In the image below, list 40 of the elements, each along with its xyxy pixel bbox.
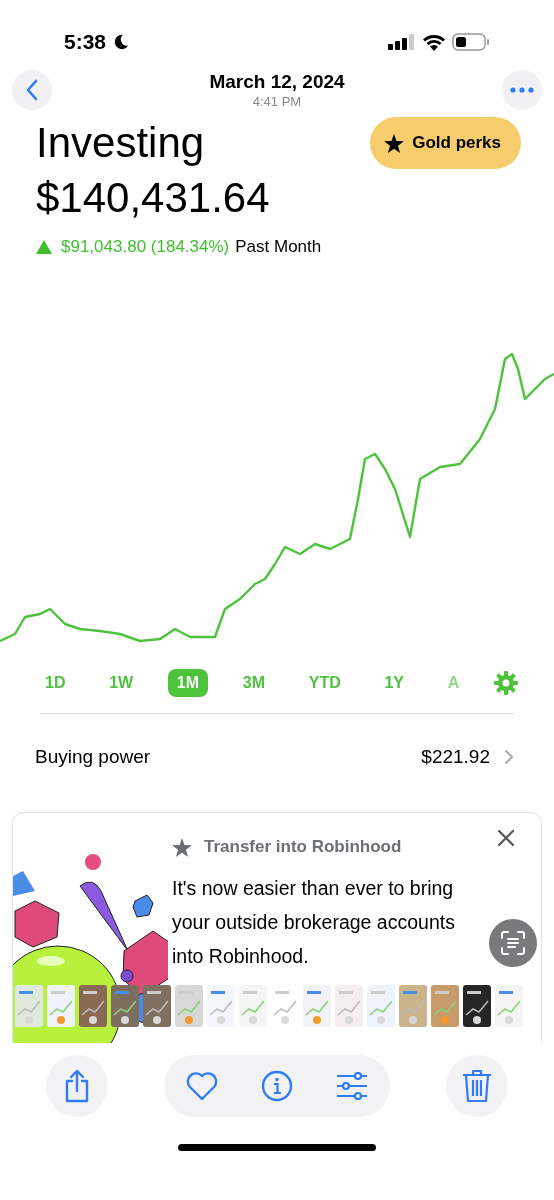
heart-icon[interactable] — [185, 1071, 218, 1101]
close-icon[interactable] — [497, 829, 515, 847]
signal-icon — [388, 34, 416, 50]
info-icon[interactable] — [261, 1070, 293, 1102]
promo-title: Transfer into Robinhood — [204, 837, 403, 857]
promo-text: It's now easier than ever to bring your outside brokerage accounts into Robinhood. — [172, 876, 456, 969]
range-tab[interactable]: 1D — [36, 669, 75, 697]
chevron-icon — [504, 749, 514, 765]
buying-power-label: Buying power — [35, 746, 152, 768]
change-period: Past Month — [235, 237, 322, 257]
range-tab[interactable]: 1Y — [375, 669, 413, 697]
page-title: Investing — [36, 118, 206, 168]
photo-date: March 12, 2024 — [209, 71, 345, 93]
buying-power-row[interactable]: Buying power $221.92 — [0, 714, 554, 800]
share-icon — [63, 1069, 91, 1103]
buying-power-value: $221.92 — [421, 746, 490, 768]
range-tab[interactable]: A — [438, 669, 469, 697]
trash-icon — [462, 1069, 492, 1103]
range-tab[interactable]: 1M — [167, 669, 209, 697]
range-tab[interactable]: 1W — [100, 669, 143, 697]
portfolio-value: $140,431.64 — [36, 173, 271, 223]
photo-time: 4:41 PM — [252, 94, 302, 109]
back-button[interactable] — [12, 70, 52, 110]
status-time: 5:38 — [64, 30, 107, 54]
settings-icon[interactable] — [494, 671, 518, 695]
range-tab[interactable]: 3M — [233, 669, 275, 697]
perks-button[interactable]: Gold perks — [370, 117, 521, 169]
up-triangle-icon — [36, 240, 52, 254]
more-button[interactable] — [502, 70, 542, 110]
range-tab[interactable]: YTD — [299, 669, 350, 697]
adjustments-icon[interactable] — [336, 1072, 369, 1100]
live-text-button[interactable] — [489, 919, 537, 967]
star-icon — [172, 837, 192, 857]
change-amount: $91,043.80 (184.34%) — [61, 237, 230, 257]
wifi-icon — [422, 33, 446, 51]
battery-icon — [452, 33, 490, 51]
more-icon — [510, 87, 534, 93]
live-text-icon — [500, 930, 526, 956]
back-icon — [25, 79, 39, 101]
star-icon — [384, 133, 405, 153]
